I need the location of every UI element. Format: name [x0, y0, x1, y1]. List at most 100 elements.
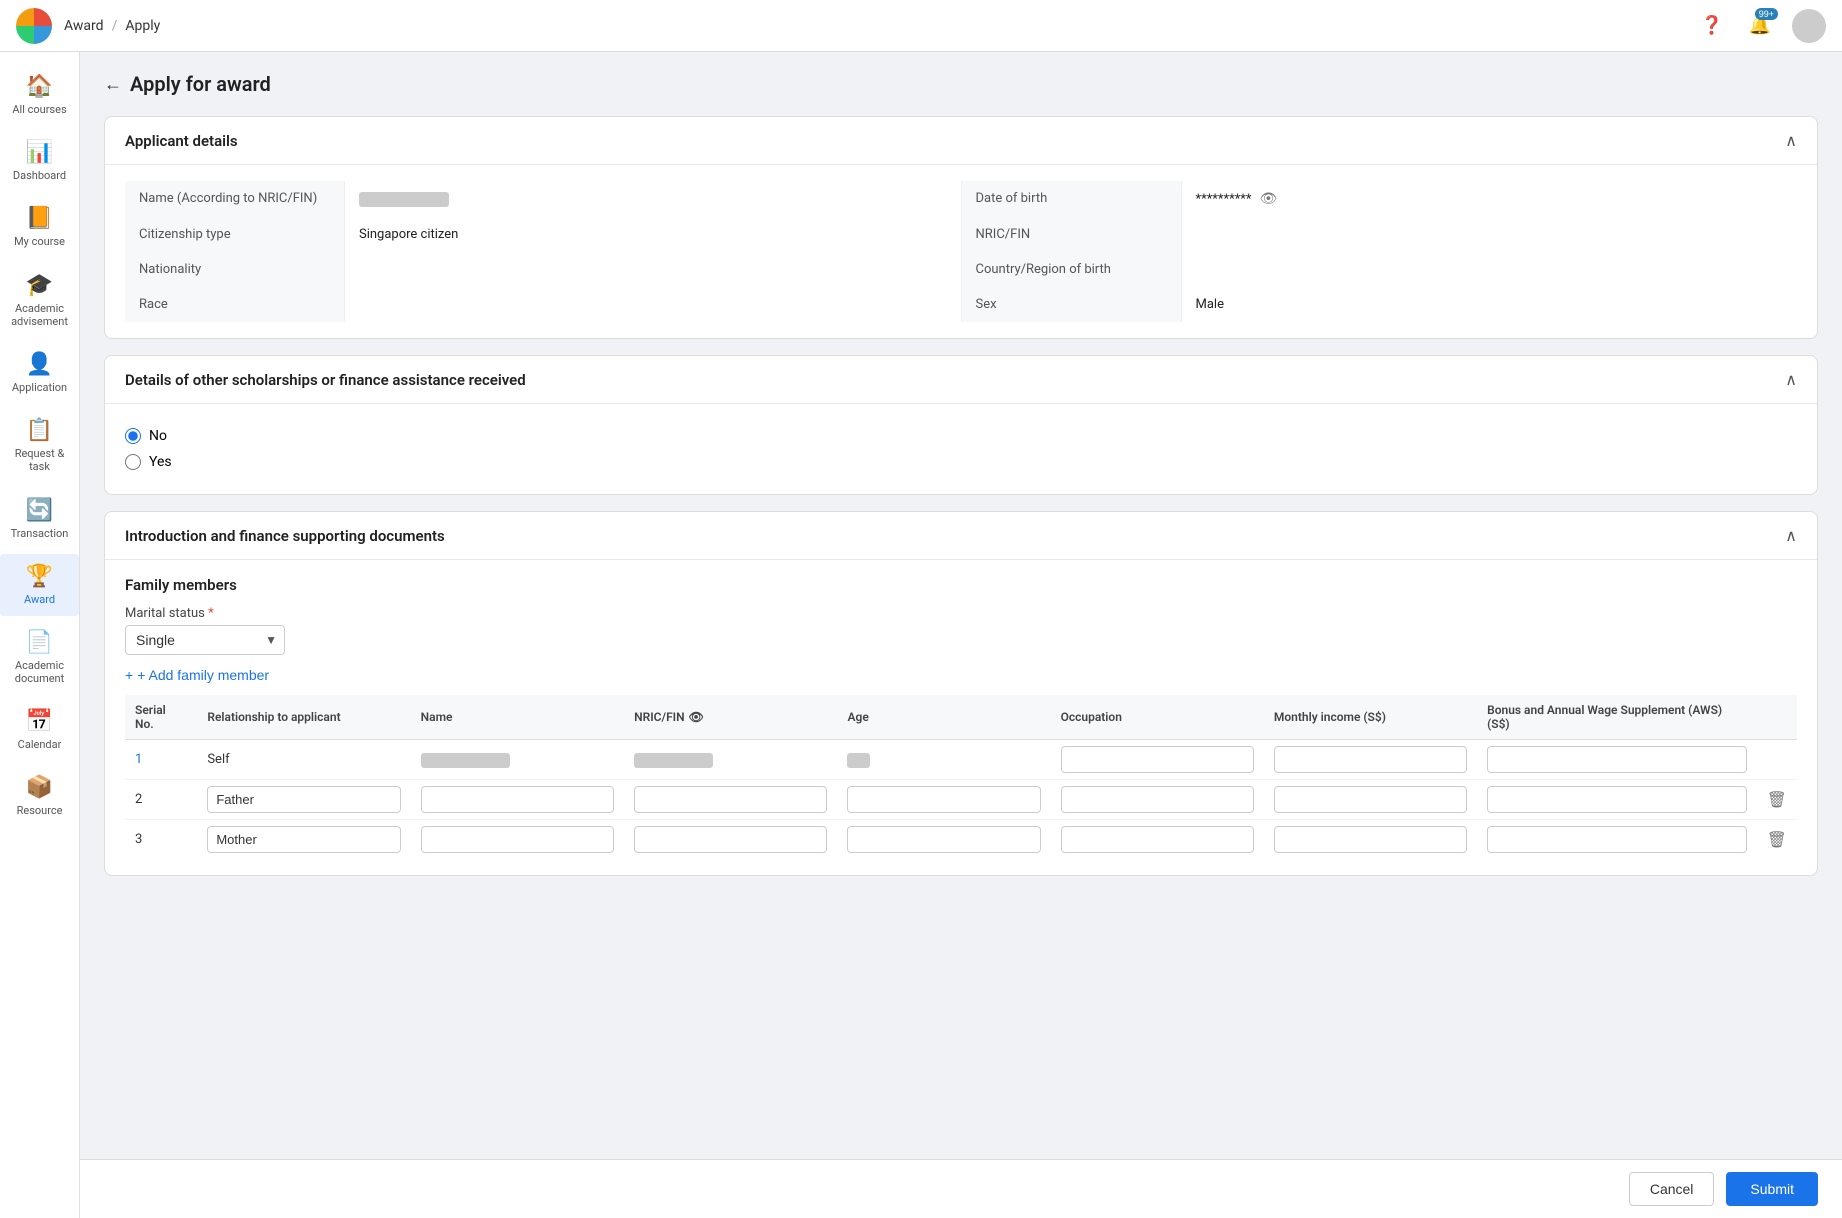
row1-age: ██ — [837, 740, 1050, 780]
sidebar: 🏠All courses📊Dashboard📙My course🎓Academi… — [0, 52, 80, 1218]
row1-bonus-input[interactable] — [1487, 746, 1747, 773]
row3-age-input[interactable] — [847, 826, 1040, 853]
radio-no-input[interactable] — [125, 428, 141, 444]
add-member-label: + Add family member — [137, 667, 269, 683]
row1-income-input[interactable] — [1274, 746, 1467, 773]
notifications-button[interactable]: 🔔 99+ — [1744, 10, 1776, 42]
family-table-body: 1 Self ████████ ███████ ██ 2 — [125, 740, 1797, 860]
applicant-details-header[interactable]: Applicant details ∧ — [105, 117, 1817, 165]
row1-action — [1757, 740, 1797, 780]
row2-occupation-input[interactable] — [1061, 786, 1254, 813]
row2-bonus-input[interactable] — [1487, 786, 1747, 813]
intro-finance-header[interactable]: Introduction and finance supporting docu… — [105, 512, 1817, 560]
scholarships-header[interactable]: Details of other scholarships or finance… — [105, 356, 1817, 404]
row3-bonus-input[interactable] — [1487, 826, 1747, 853]
row3-nric-input[interactable] — [634, 826, 827, 853]
family-members-title: Family members — [125, 576, 1797, 594]
row3-occupation — [1051, 820, 1264, 860]
back-button[interactable]: ← — [104, 74, 122, 95]
name-value: ████████ — [345, 181, 961, 217]
row1-income — [1264, 740, 1477, 780]
sidebar-item-transaction[interactable]: 🔄Transaction — [0, 488, 79, 550]
dob-half: Date of birth ********** 👁 — [962, 181, 1798, 217]
row2-nric — [624, 780, 837, 820]
family-table: Serial No. Relationship to applicant Nam… — [125, 695, 1797, 859]
sidebar-icon-resource: 📦 — [26, 775, 53, 800]
sidebar-item-application[interactable]: 👤Application — [0, 342, 79, 404]
row3-relationship-input[interactable] — [207, 826, 400, 853]
sidebar-item-calendar[interactable]: 📅Calendar — [0, 699, 79, 761]
sidebar-item-all-courses[interactable]: 🏠All courses — [0, 64, 79, 126]
breadcrumb-current: Apply — [125, 18, 160, 34]
marital-status-group: Marital status * SingleMarriedDivorcedWi… — [125, 606, 1797, 655]
row1-relationship: Self — [197, 740, 410, 780]
sidebar-item-award[interactable]: 🏆 Award — [0, 554, 79, 616]
citizenship-half: Citizenship type Singapore citizen — [125, 217, 962, 252]
row3-income-input[interactable] — [1274, 826, 1467, 853]
row2-occupation — [1051, 780, 1264, 820]
nationality-value — [345, 252, 961, 287]
nric-label: NRIC/FIN — [962, 217, 1182, 252]
marital-status-select[interactable]: SingleMarriedDivorcedWidowed — [125, 625, 285, 655]
breadcrumb: Award / Apply — [64, 18, 160, 34]
nric-value — [1182, 217, 1798, 252]
add-family-member-button[interactable]: + + Add family member — [125, 667, 269, 683]
main-layout: 🏠All courses📊Dashboard📙My course🎓Academi… — [0, 52, 1842, 1218]
row1-occupation-input[interactable] — [1061, 746, 1254, 773]
family-table-header-row: Serial No. Relationship to applicant Nam… — [125, 695, 1797, 740]
col-occupation: Occupation — [1051, 695, 1264, 740]
sidebar-label-application: Application — [12, 381, 67, 394]
sidebar-item-resource[interactable]: 📦 Resource — [0, 765, 79, 827]
applicant-details-card: Applicant details ∧ Name (According to N… — [104, 116, 1818, 339]
row3-occupation-input[interactable] — [1061, 826, 1254, 853]
citizenship-label: Citizenship type — [125, 217, 345, 252]
scholarships-title: Details of other scholarships or finance… — [125, 371, 526, 389]
sidebar-icon-award: 🏆 — [26, 564, 53, 589]
sex-label: Sex — [962, 287, 1182, 322]
sidebar-label-award: Award — [24, 593, 55, 606]
col-actions — [1757, 695, 1797, 740]
row2-nric-input[interactable] — [634, 786, 827, 813]
breadcrumb-separator: / — [112, 18, 118, 34]
footer-actions: Cancel Submit — [80, 1159, 1842, 1218]
radio-no[interactable]: No — [125, 428, 1797, 444]
sidebar-item-request-task[interactable]: 📋Request & task — [0, 408, 79, 483]
row3-nric — [624, 820, 837, 860]
sidebar-icon-academic-advisement: 🎓 — [26, 273, 53, 298]
row2-age-input[interactable] — [847, 786, 1040, 813]
radio-yes-input[interactable] — [125, 454, 141, 470]
submit-button[interactable]: Submit — [1726, 1172, 1818, 1206]
col-nric: NRIC/FIN 👁 — [624, 695, 837, 740]
row2-income — [1264, 780, 1477, 820]
race-value — [345, 287, 961, 322]
add-member-icon: + — [125, 667, 133, 683]
breadcrumb-award: Award — [64, 18, 104, 34]
page-header: ← Apply for award — [104, 72, 1818, 96]
row3-delete-button[interactable]: 🗑 — [1767, 830, 1787, 850]
row2-income-input[interactable] — [1274, 786, 1467, 813]
sidebar-item-dashboard[interactable]: 📊Dashboard — [0, 130, 79, 192]
nationality-half: Nationality — [125, 252, 962, 287]
help-button[interactable]: ❓ — [1696, 10, 1728, 42]
sidebar-label-transaction: Transaction — [11, 527, 69, 540]
sidebar-item-my-course[interactable]: 📙My course — [0, 196, 79, 258]
col-serial: Serial No. — [125, 695, 197, 740]
sidebar-label-academic-document: Academic document — [4, 659, 75, 685]
radio-yes[interactable]: Yes — [125, 454, 1797, 470]
sidebar-label-resource: Resource — [17, 804, 63, 817]
eye-icon[interactable]: 👁 — [1260, 191, 1278, 207]
avatar[interactable] — [1792, 9, 1826, 43]
row3-name-input[interactable] — [421, 826, 614, 853]
sidebar-label-request-task: Request & task — [4, 447, 75, 473]
scholarships-card: Details of other scholarships or finance… — [104, 355, 1818, 495]
col-monthly-income: Monthly income (S$) — [1264, 695, 1477, 740]
row2-delete-button[interactable]: 🗑 — [1767, 790, 1787, 810]
row2-relationship-input[interactable] — [207, 786, 400, 813]
row2-name-input[interactable] — [421, 786, 614, 813]
row2-action: 🗑 — [1757, 780, 1797, 820]
sidebar-item-academic-advisement[interactable]: 🎓Academic advisement — [0, 263, 79, 338]
nric-eye-icon: 👁 — [689, 710, 704, 724]
marital-status-select-wrapper: SingleMarriedDivorcedWidowed ▼ — [125, 625, 285, 655]
sidebar-item-academic-document[interactable]: 📄Academic document — [0, 620, 79, 695]
cancel-button[interactable]: Cancel — [1629, 1172, 1715, 1206]
